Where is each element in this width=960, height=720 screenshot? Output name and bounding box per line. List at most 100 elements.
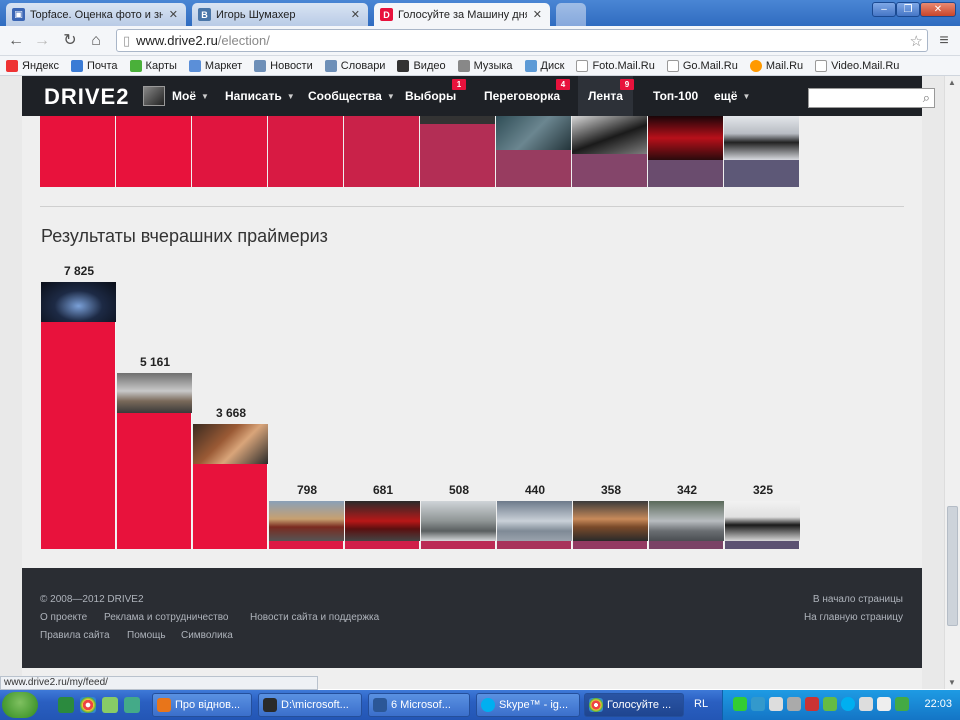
tab-title: Topface. Оценка фото и зн: [30, 8, 163, 21]
bookmark-mail-ru[interactable]: Mail.Ru: [749, 59, 803, 72]
disk-icon: [524, 59, 537, 72]
car-photo[interactable]: [269, 501, 344, 541]
address-bar[interactable]: ▯ www.drive2.ru/election/ ☆: [116, 29, 928, 52]
car-photo[interactable]: [649, 501, 724, 541]
taskbar-item-firefox[interactable]: Про вiднов...: [152, 693, 252, 717]
quicklaunch-icon[interactable]: [124, 697, 140, 713]
market-icon: [188, 59, 201, 72]
bookmark-muzyka[interactable]: Музыка: [457, 59, 513, 72]
car-photo[interactable]: [725, 501, 800, 541]
reload-icon[interactable]: ↻: [60, 31, 80, 51]
footer-link-home[interactable]: На главную страницу: [804, 612, 903, 623]
bookmark-go-mail[interactable]: Go.Mail.Ru: [666, 59, 738, 72]
drive2-favicon-icon: D: [380, 8, 393, 21]
bookmark-video[interactable]: Видео: [397, 59, 446, 72]
footer-link-news[interactable]: Новости сайта и поддержка: [250, 612, 379, 623]
chrome-icon[interactable]: [80, 697, 96, 713]
page-icon: [576, 59, 589, 72]
back-arrow-icon[interactable]: ←: [6, 31, 26, 51]
result-value-label: 798: [296, 483, 318, 497]
minimize-button[interactable]: –: [872, 2, 896, 17]
language-indicator[interactable]: RL: [694, 698, 708, 710]
bookmark-video-mail[interactable]: Video.Mail.Ru: [815, 59, 899, 72]
mailru-icon: [749, 59, 762, 72]
tab-title: Голосуйте за Машину дня: [398, 8, 527, 21]
result-bar: [117, 412, 192, 549]
bookmark-disk[interactable]: Диск: [524, 59, 564, 72]
volume-icon[interactable]: [859, 697, 873, 711]
footer-link-rules[interactable]: Правила сайта: [40, 630, 110, 641]
topface-favicon-icon: ▣: [12, 8, 25, 21]
footer-link-help[interactable]: Помощь: [127, 630, 166, 641]
footer-link-top[interactable]: В начало страницы: [813, 594, 903, 605]
tray-icon[interactable]: [769, 697, 783, 711]
car-photo[interactable]: [193, 423, 268, 464]
result-bar: [497, 541, 572, 549]
yandex-icon: [6, 59, 18, 72]
footer-link-ads[interactable]: Реклама и сотрудничество: [104, 612, 228, 623]
new-tab-button[interactable]: [556, 3, 586, 26]
taskbar-item-skype[interactable]: Skype™ - ig...: [476, 693, 580, 717]
tab-drive2[interactable]: D Голосуйте за Машину дня ✕: [374, 3, 550, 26]
result-value-label: 508: [448, 483, 470, 497]
start-button[interactable]: [2, 692, 38, 718]
tray-icon[interactable]: [787, 697, 801, 711]
video-icon: [397, 59, 410, 72]
page-icon: [815, 59, 828, 72]
skype-tray-icon[interactable]: [841, 697, 855, 711]
car-photo[interactable]: [421, 501, 496, 541]
taskbar-item-folder[interactable]: D:\microsoft...: [258, 693, 362, 717]
tab-topface[interactable]: ▣ Topface. Оценка фото и зн ✕: [6, 3, 186, 26]
tray-icon[interactable]: [733, 697, 747, 711]
page-scrollbar[interactable]: ▲ ▼: [944, 76, 960, 689]
result-bar: [725, 541, 800, 549]
close-tab-icon[interactable]: ✕: [351, 8, 360, 21]
car-photo[interactable]: [497, 501, 572, 541]
quicklaunch-icon[interactable]: [102, 697, 118, 713]
result-bar: [193, 463, 268, 549]
bookmark-foto-mail[interactable]: Foto.Mail.Ru: [576, 59, 655, 72]
car-photo[interactable]: [345, 501, 420, 541]
maximize-button[interactable]: ❐: [896, 2, 920, 17]
scroll-up-icon[interactable]: ▲: [948, 78, 956, 87]
car-photo[interactable]: [41, 282, 116, 322]
close-window-button[interactable]: ✕: [920, 2, 956, 17]
menu-icon[interactable]: ≡: [934, 31, 954, 51]
tray-icon[interactable]: [895, 697, 909, 711]
taskbar-item-word[interactable]: 6 Microsof...: [368, 693, 470, 717]
result-value-label: 5 161: [139, 354, 171, 369]
tray-icon[interactable]: [823, 697, 837, 711]
bookmark-slovari[interactable]: Словари: [324, 59, 385, 72]
footer-link-about[interactable]: О проекте: [40, 612, 87, 623]
close-tab-icon[interactable]: ✕: [533, 8, 542, 21]
result-value-label: 440: [524, 483, 546, 497]
tray-icon[interactable]: [805, 697, 819, 711]
network-icon[interactable]: [877, 697, 891, 711]
bookmark-market[interactable]: Маркет: [188, 59, 242, 72]
word-icon: [373, 698, 387, 712]
bookmark-yandex[interactable]: Яндекс: [6, 59, 59, 72]
result-value-label: 325: [752, 483, 774, 497]
quicklaunch-icon[interactable]: [58, 697, 74, 713]
tab-vk[interactable]: B Игорь Шумахер ✕: [192, 3, 368, 26]
home-icon[interactable]: ⌂: [86, 31, 106, 51]
bookmark-star-icon[interactable]: ☆: [910, 32, 923, 50]
scroll-down-icon[interactable]: ▼: [948, 678, 956, 687]
music-icon: [457, 59, 470, 72]
bookmark-karty[interactable]: Карты: [129, 59, 177, 72]
news-icon: [254, 59, 267, 72]
bookmark-pochta[interactable]: Почта: [71, 59, 118, 72]
footer-link-symbols[interactable]: Символика: [181, 630, 233, 641]
close-tab-icon[interactable]: ✕: [169, 8, 178, 21]
bookmark-novosti[interactable]: Новости: [254, 59, 313, 72]
tray-icon[interactable]: [751, 697, 765, 711]
tab-title: Игорь Шумахер: [216, 8, 296, 21]
taskbar-item-chrome[interactable]: Голосуйте ...: [584, 693, 684, 717]
scrollbar-thumb[interactable]: [947, 506, 958, 626]
result-value-label: 358: [600, 483, 622, 497]
car-photo[interactable]: [573, 501, 648, 541]
car-photo[interactable]: [117, 372, 192, 413]
forward-arrow-icon[interactable]: →: [32, 31, 52, 51]
clock: 22:03: [924, 698, 952, 710]
result-value-label: 681: [372, 483, 394, 497]
